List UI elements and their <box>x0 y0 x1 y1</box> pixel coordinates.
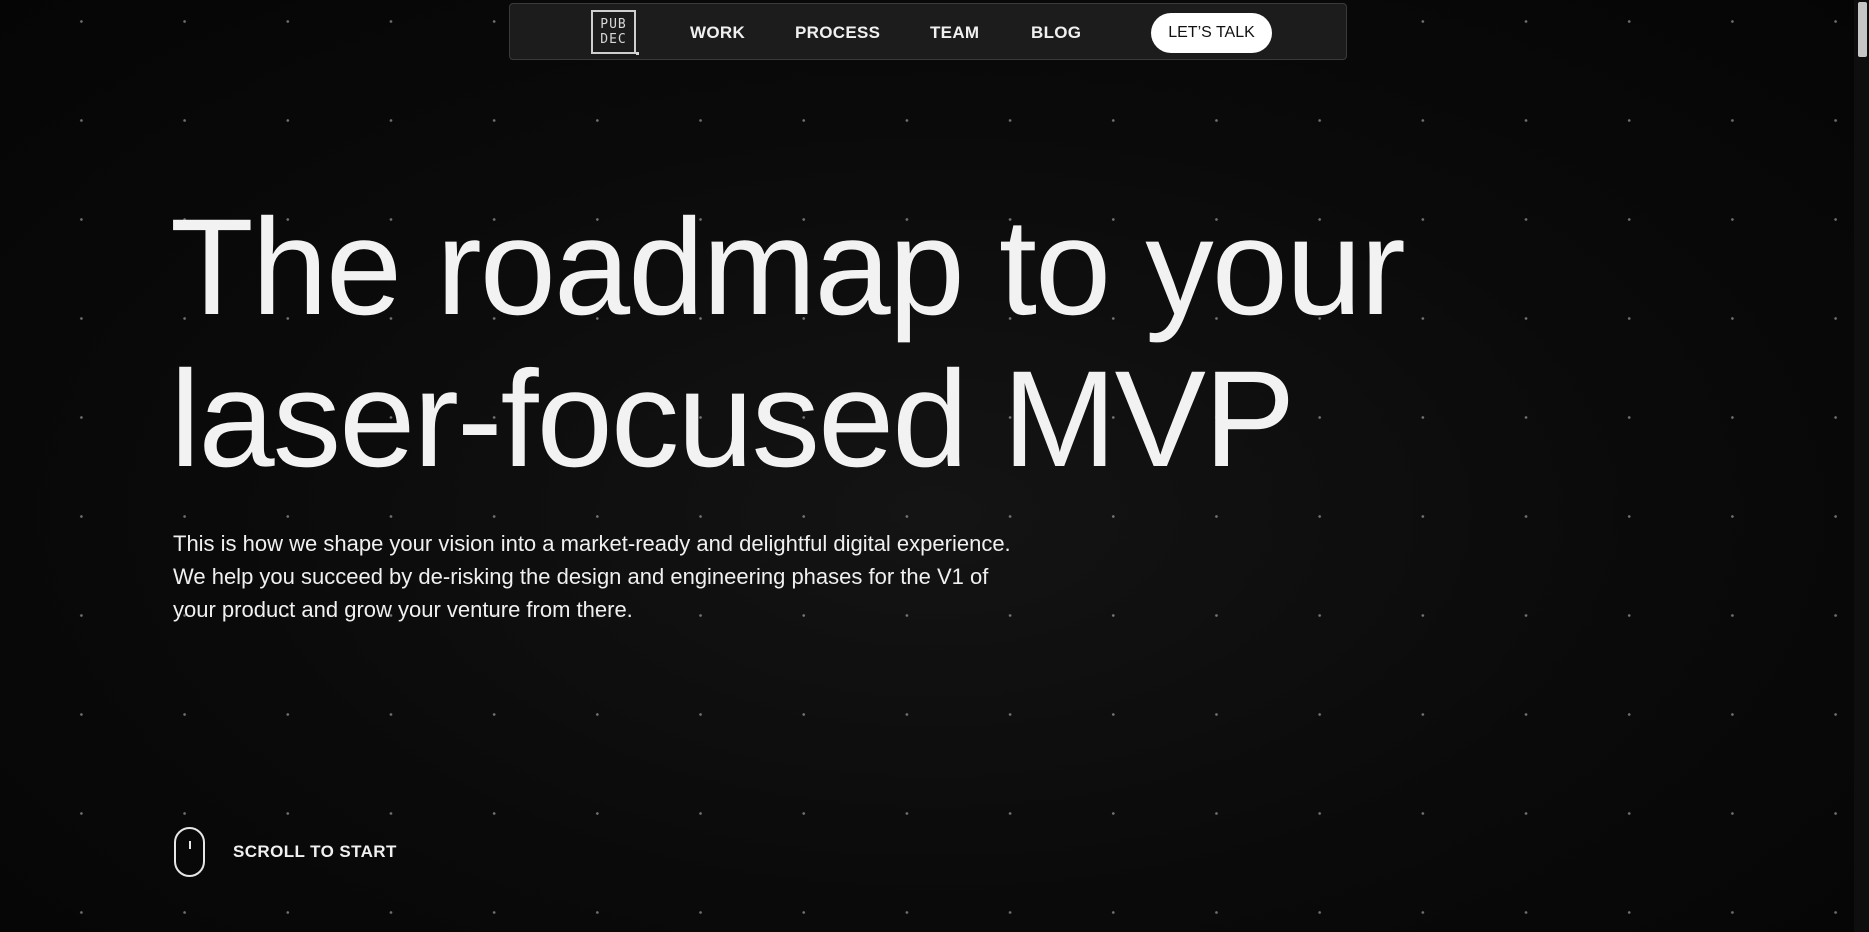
hero-description: This is how we shape your vision into a … <box>173 527 1133 626</box>
hero-headline: The roadmap to your laser-focused MVP <box>170 191 1406 496</box>
mouse-icon <box>174 827 205 877</box>
lets-talk-button[interactable]: LET’S TALK <box>1151 13 1272 53</box>
scrollbar-thumb[interactable] <box>1858 2 1867 57</box>
logo[interactable]: PUB DEC <box>591 10 639 55</box>
scroll-to-start-label: SCROLL TO START <box>233 842 397 861</box>
hero-description-line-1: This is how we shape your vision into a … <box>173 531 1011 556</box>
hero-headline-line-2: laser-focused MVP <box>170 343 1295 496</box>
nav-link-blog[interactable]: BLOG <box>1031 23 1081 43</box>
logo-line-2: DEC <box>600 32 627 47</box>
scrollbar[interactable] <box>1854 0 1869 932</box>
hero-headline-line-1: The roadmap to your <box>170 191 1406 344</box>
nav-link-work[interactable]: WORK <box>690 23 745 43</box>
logo-line-1: PUB <box>600 17 627 32</box>
page: PUB DEC WORK PROCESS TEAM BLOG LET’S TAL… <box>0 0 1869 932</box>
scroll-to-start[interactable]: SCROLL TO START <box>174 825 397 879</box>
hero-description-line-3: your product and grow your venture from … <box>173 597 633 622</box>
hero-description-line-2: We help you succeed by de-risking the de… <box>173 564 989 589</box>
mouse-wheel <box>188 841 191 849</box>
nav-link-process[interactable]: PROCESS <box>795 23 880 43</box>
top-nav: PUB DEC WORK PROCESS TEAM BLOG LET’S TAL… <box>509 3 1347 60</box>
nav-link-team[interactable]: TEAM <box>930 23 979 43</box>
logo-dot <box>636 52 639 55</box>
